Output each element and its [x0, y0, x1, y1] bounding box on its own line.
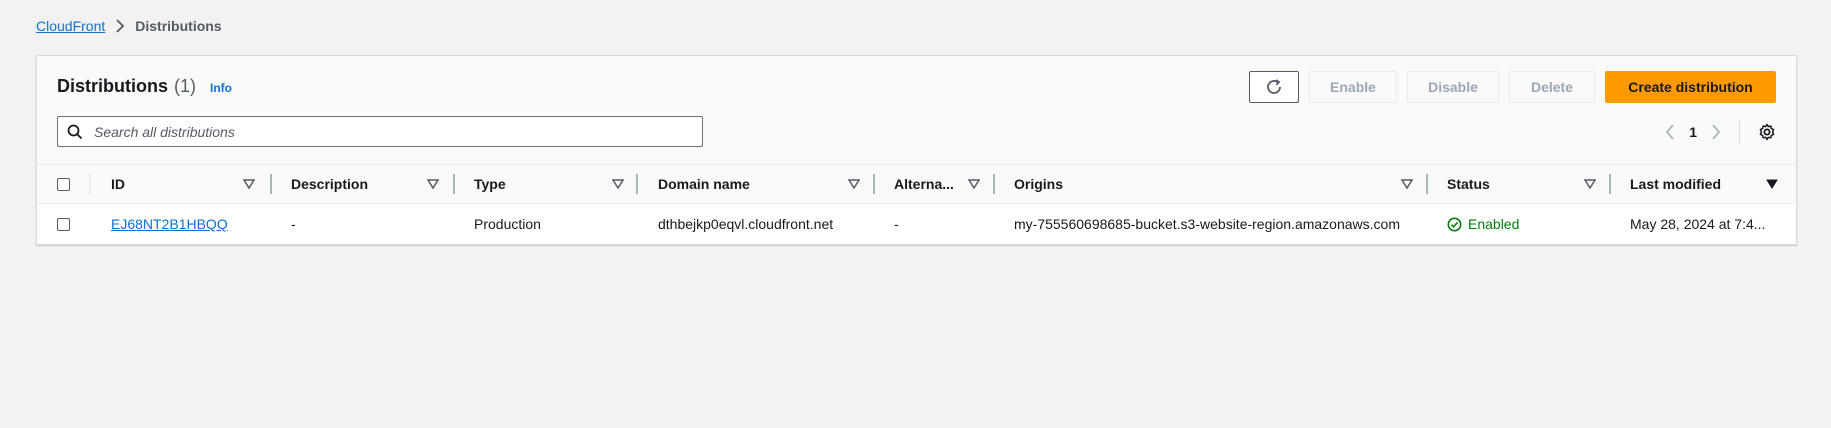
column-header-description[interactable]: Description [291, 165, 368, 203]
title-count: (1) [174, 76, 196, 96]
refresh-button[interactable] [1249, 71, 1299, 103]
row-checkbox[interactable] [57, 217, 70, 231]
info-link[interactable]: Info [210, 81, 232, 95]
distribution-id-cell: EJ68NT2B1HBQQ [111, 204, 228, 244]
pagination: 1 [1665, 116, 1776, 147]
origins-cell: my-755560698685-bucket.s3-website-region… [1014, 216, 1400, 232]
column-divider[interactable] [873, 174, 875, 194]
sort-icon[interactable] [426, 177, 440, 195]
page-title: Distributions (1) Info [57, 76, 232, 97]
delete-button[interactable]: Delete [1509, 71, 1595, 103]
enable-button[interactable]: Enable [1309, 71, 1397, 103]
chevron-right-icon [115, 19, 125, 33]
status-badge: Enabled [1447, 216, 1519, 232]
sort-icon[interactable] [611, 177, 625, 195]
sort-icon[interactable] [847, 177, 861, 195]
next-page-button[interactable] [1711, 123, 1721, 140]
column-header-type[interactable]: Type [474, 165, 506, 203]
status-cell: Enabled [1447, 204, 1519, 244]
row-checkbox-cell [57, 204, 70, 244]
column-divider[interactable] [1609, 174, 1611, 194]
sort-icon[interactable] [242, 177, 256, 195]
column-divider[interactable] [993, 174, 995, 194]
create-distribution-button[interactable]: Create distribution [1605, 71, 1776, 103]
table-header: ID Description Type Domain name Alterna.… [37, 164, 1796, 204]
current-page-number[interactable]: 1 [1689, 124, 1697, 140]
description-cell: - [291, 216, 296, 232]
column-header-alternate-domain[interactable]: Alterna... [894, 165, 954, 203]
distribution-id-link[interactable]: EJ68NT2B1HBQQ [111, 216, 228, 232]
action-bar: Enable Disable Delete Create distributio… [1249, 71, 1776, 103]
check-circle-icon [1447, 217, 1462, 232]
column-divider[interactable] [636, 174, 638, 194]
previous-page-button[interactable] [1665, 123, 1675, 140]
pager-divider [1739, 119, 1740, 144]
select-all-checkbox[interactable] [57, 177, 70, 191]
column-divider[interactable] [270, 174, 272, 194]
distributions-panel: Distributions (1) Info Enable Disable De… [36, 55, 1797, 245]
refresh-icon [1265, 78, 1283, 96]
search-input[interactable] [92, 122, 702, 141]
title-text: Distributions [57, 76, 168, 96]
column-header-last-modified[interactable]: Last modified [1630, 165, 1721, 203]
sort-descending-icon[interactable] [1766, 177, 1778, 195]
disable-button[interactable]: Disable [1407, 71, 1499, 103]
search-box [57, 116, 703, 147]
sort-icon[interactable] [1400, 177, 1414, 195]
table-row[interactable]: EJ68NT2B1HBQQ - Production dthbejkp0eqvl… [37, 204, 1796, 244]
search-icon [58, 124, 92, 140]
status-text: Enabled [1468, 216, 1520, 232]
breadcrumb-cloudfront-link[interactable]: CloudFront [36, 18, 105, 34]
settings-gear-icon[interactable] [1758, 123, 1776, 141]
domain-name-cell: dthbejkp0eqvl.cloudfront.net [658, 216, 834, 232]
column-header-domain-name[interactable]: Domain name [658, 165, 750, 203]
breadcrumb: CloudFront Distributions [36, 18, 222, 34]
distributions-table: ID Description Type Domain name Alterna.… [37, 164, 1796, 244]
column-divider[interactable] [1426, 174, 1428, 194]
sort-icon[interactable] [967, 177, 981, 195]
type-cell: Production [474, 216, 541, 232]
column-divider[interactable] [453, 174, 455, 194]
column-header-origins[interactable]: Origins [1014, 165, 1063, 203]
last-modified-cell: May 28, 2024 at 7:4... [1630, 216, 1766, 232]
sort-icon[interactable] [1583, 177, 1597, 195]
column-header-id[interactable]: ID [111, 165, 125, 203]
column-header-status[interactable]: Status [1447, 165, 1490, 203]
alternate-domain-cell: - [894, 216, 899, 232]
select-all-checkbox-cell [57, 165, 70, 203]
breadcrumb-current: Distributions [135, 18, 222, 34]
column-divider [89, 174, 91, 194]
